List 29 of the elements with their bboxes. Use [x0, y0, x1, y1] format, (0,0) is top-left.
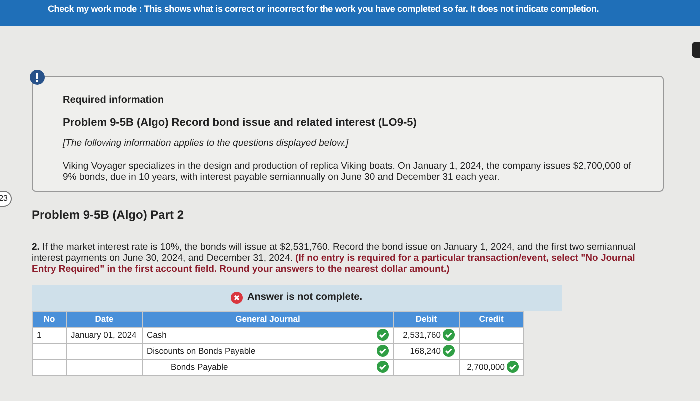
debit-amount: 2,531,760	[403, 328, 441, 342]
table-cell: 1	[32, 327, 66, 344]
info-title: Problem 9-5B (Algo) Record bond issue and related interest (LO9-5)	[63, 116, 418, 131]
question-text: 2. If the market interest rate is 10%, the bonds will issue at $2,531,760. Record the bond issue on January 1, 2024, and the first two semiannual interest payments on June 30, 2024, and December 31, 2024. (If no entry is required for a particular transaction/event, select "No Journal Entry Required" in the first account field. Round your answers to the nearest dollar amount.)	[32, 242, 637, 275]
account-cell[interactable]: Bonds Payable	[142, 359, 394, 376]
account-cell[interactable]: Cash	[142, 327, 394, 344]
credit-amount: 2,700,000	[467, 360, 505, 374]
column-header: Debit	[394, 311, 460, 328]
account-name: Discounts on Bonds Payable	[147, 344, 256, 358]
debit-cell[interactable]: 2,531,760	[394, 327, 460, 344]
column-header: Date	[66, 311, 142, 328]
banner-text: Check my work mode : This shows what is correct or incorrect for the work you have completed so far. It does not indicate completion.	[48, 3, 600, 16]
info-body: Viking Voyager specializes in the design and production of replica Viking boats. On January 1, 2024, the company issues $2,700,000 of 9% bonds, due in 10 years, with interest payable semiannually on June 30 and December 31 each year.	[63, 160, 632, 183]
account-cell[interactable]: Discounts on Bonds Payable	[142, 343, 394, 360]
table-cell: January 01, 2024	[66, 327, 142, 344]
info-note: [The following information applies to the questions displayed below.]	[63, 136, 350, 150]
credit-cell[interactable]: 2,700,000	[460, 359, 524, 376]
column-header: No	[32, 311, 66, 328]
debit-amount: 168,240	[410, 344, 441, 358]
side-tab[interactable]	[692, 42, 700, 58]
answer-status-text: Answer is not complete.	[247, 291, 363, 306]
account-name: Bonds Payable	[170, 360, 228, 374]
column-header: General Journal	[142, 311, 394, 328]
account-name: Cash	[147, 328, 167, 342]
info-icon	[30, 70, 45, 85]
info-heading: Required information	[63, 94, 166, 108]
debit-cell[interactable]: 168,240	[394, 343, 460, 360]
column-header: Credit	[460, 311, 524, 328]
part-title: Problem 9-5B (Algo) Part 2	[32, 206, 186, 224]
